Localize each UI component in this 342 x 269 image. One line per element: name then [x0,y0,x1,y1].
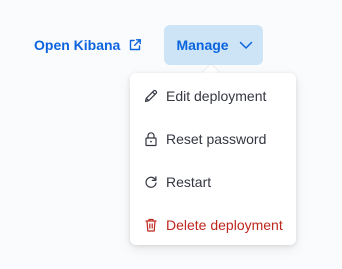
menu-item-delete-deployment[interactable]: Delete deployment [130,210,296,240]
menu-item-label: Edit deployment [166,88,267,104]
menu-item-edit-deployment[interactable]: Edit deployment [130,81,296,111]
menu-item-label: Delete deployment [166,217,283,233]
menu-item-restart[interactable]: Restart [130,167,296,197]
pencil-icon [143,88,159,104]
restart-icon [143,174,159,190]
menu-item-label: Restart [166,174,212,190]
manage-button[interactable]: Manage [164,25,263,65]
open-kibana-link[interactable]: Open Kibana [34,34,142,56]
menu-item-label: Reset password [166,131,267,147]
open-kibana-label: Open Kibana [34,37,121,53]
manage-dropdown-menu: Edit deployment Reset password Restart D… [130,73,296,245]
external-link-icon [128,38,142,52]
manage-label: Manage [176,37,229,53]
lock-icon [143,131,159,147]
deployment-actions-area: Open Kibana Manage Edit deployment Reset… [0,0,342,269]
trash-icon [143,217,159,233]
chevron-down-icon [239,41,253,50]
menu-item-reset-password[interactable]: Reset password [130,124,296,154]
